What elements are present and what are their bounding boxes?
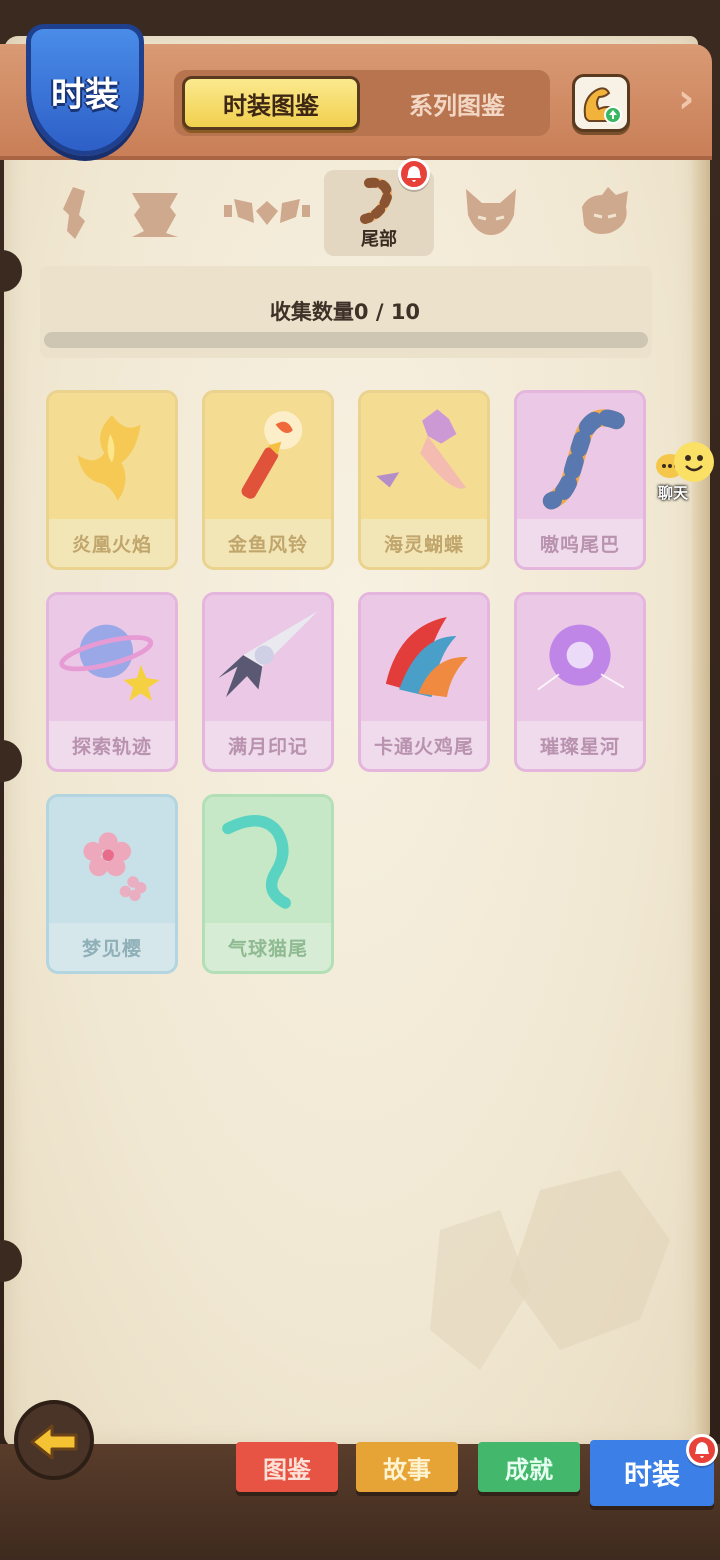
item-card[interactable]: 满月印记 xyxy=(202,592,334,772)
category-tail-label: 尾部 xyxy=(361,229,397,250)
fashion-shield-badge: 时装 xyxy=(26,24,144,156)
full-moon-mark-icon xyxy=(205,595,331,721)
tab-fashion-label: 时装 xyxy=(623,1458,680,1491)
upgrade-button[interactable] xyxy=(572,74,630,132)
next-arrow-icon[interactable]: › xyxy=(678,74,704,124)
shield-title: 时装 xyxy=(51,75,119,115)
item-card[interactable]: 卡通火鸡尾 xyxy=(358,592,490,772)
item-name: 卡通火鸡尾 xyxy=(373,735,474,758)
category-wings[interactable] xyxy=(212,170,322,256)
item-name: 金鱼风铃 xyxy=(227,533,308,556)
category-face[interactable] xyxy=(436,170,546,256)
tail-category-icon xyxy=(360,177,393,224)
body-category-icon xyxy=(132,193,178,237)
sea-butterfly-icon xyxy=(361,393,487,519)
tab-series-catalog[interactable]: 系列图鉴 xyxy=(372,76,542,130)
strength-arm-icon xyxy=(583,87,622,124)
item-name: 满月印记 xyxy=(227,735,308,758)
item-name: 璀璨星河 xyxy=(539,735,620,758)
starry-river-icon xyxy=(517,595,643,721)
back-button[interactable] xyxy=(14,1400,94,1480)
head-category-icon xyxy=(582,187,628,234)
item-card[interactable]: 金鱼风铃 xyxy=(202,390,334,570)
notification-bell-icon xyxy=(686,1434,718,1466)
goldfish-chime-icon xyxy=(205,393,331,519)
tab-catalog[interactable]: 图鉴 xyxy=(236,1442,338,1492)
weapon-category-icon xyxy=(63,187,85,239)
background-rock-decoration xyxy=(430,1170,670,1370)
tab-story[interactable]: 故事 xyxy=(356,1442,458,1492)
collection-progress-bar xyxy=(44,332,648,348)
category-body[interactable] xyxy=(100,170,210,256)
item-name: 嗷呜尾巴 xyxy=(539,533,620,556)
item-name: 海灵蝴蝶 xyxy=(383,533,464,556)
face-category-icon xyxy=(466,189,516,235)
balloon-cat-tail-icon xyxy=(205,797,331,923)
item-name: 探索轨迹 xyxy=(71,735,152,758)
item-card[interactable]: 璀璨星河 xyxy=(514,592,646,772)
phoenix-flame-icon xyxy=(49,393,175,519)
tab-achievement[interactable]: 成就 xyxy=(478,1442,580,1492)
collection-count: 收集数量0 / 10 xyxy=(269,300,421,324)
explore-trail-icon xyxy=(49,595,175,721)
awoo-tail-icon xyxy=(517,393,643,519)
item-name: 炎凰火焰 xyxy=(71,533,152,556)
back-arrow-icon xyxy=(30,1424,78,1460)
item-name: 梦见樱 xyxy=(81,937,142,960)
item-name: 气球猫尾 xyxy=(227,937,308,960)
item-card[interactable]: 嗷呜尾巴 xyxy=(514,390,646,570)
item-card[interactable]: 梦见樱 xyxy=(46,794,178,974)
item-card[interactable]: 炎凰火焰 xyxy=(46,390,178,570)
cherry-blossom-icon xyxy=(49,797,175,923)
item-card[interactable]: 探索轨迹 xyxy=(46,592,178,772)
notification-bell-icon xyxy=(398,158,430,190)
item-card[interactable]: 气球猫尾 xyxy=(202,794,334,974)
item-card[interactable]: 海灵蝴蝶 xyxy=(358,390,490,570)
tab-fashion-catalog[interactable]: 时装图鉴 xyxy=(182,76,360,130)
wings-category-icon xyxy=(224,199,310,225)
cartoon-turkey-tail-icon xyxy=(361,595,487,721)
category-head[interactable] xyxy=(550,170,660,256)
chat-label: 聊天 xyxy=(658,484,689,502)
